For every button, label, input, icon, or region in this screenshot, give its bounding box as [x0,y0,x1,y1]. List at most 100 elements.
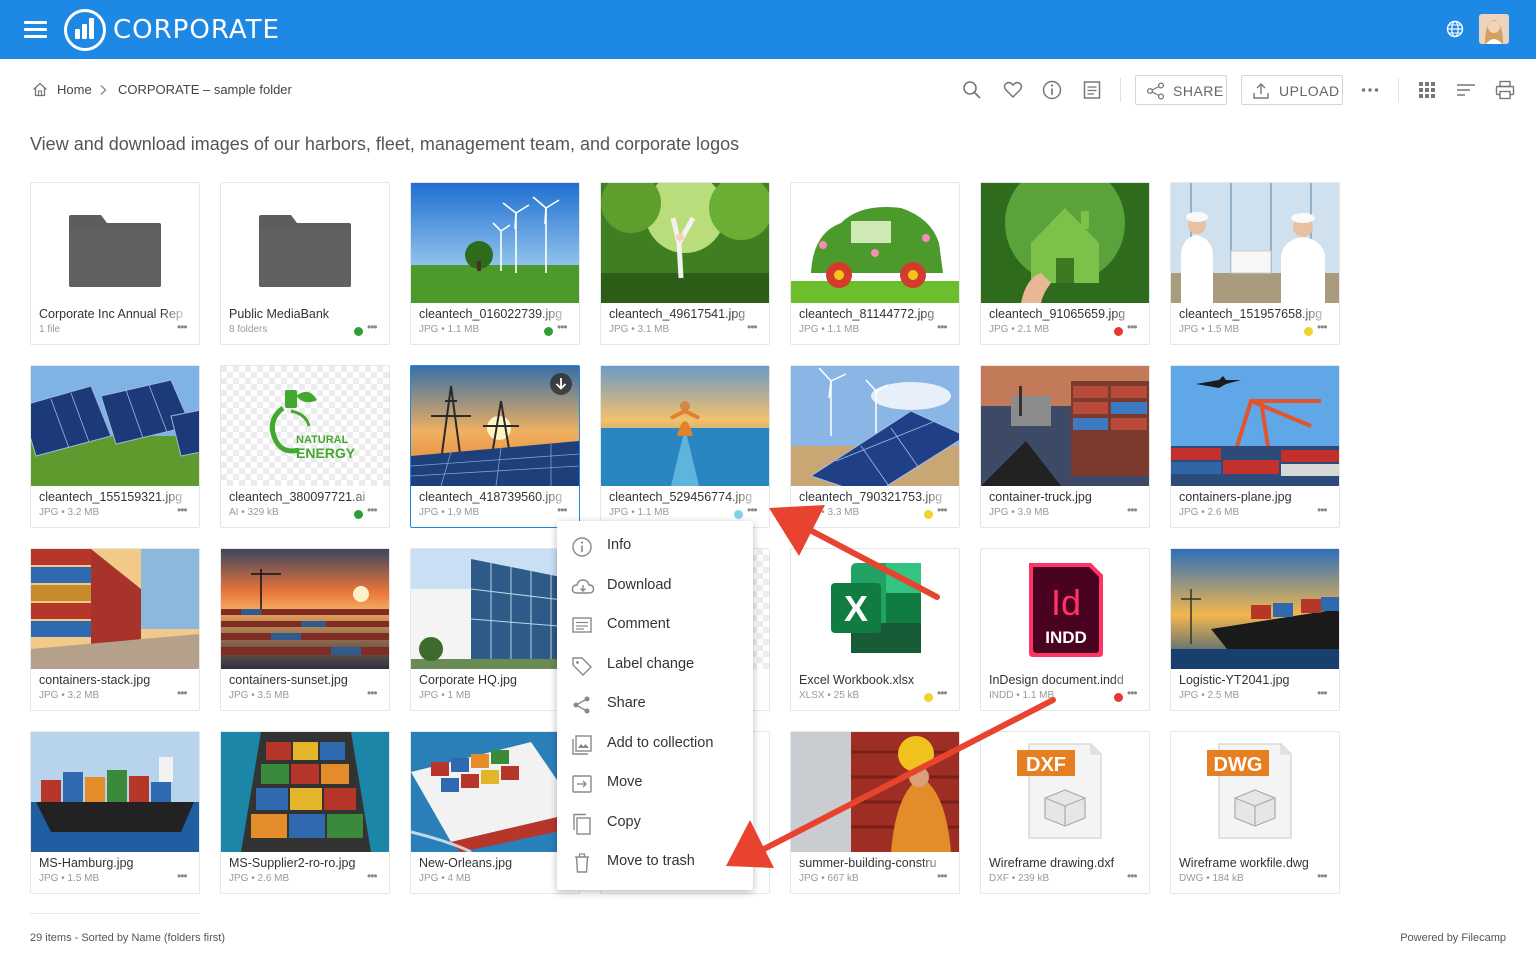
image-tile[interactable]: cleantech_49617541.jpg JPG • 3.1 MB ••• [600,182,770,345]
more-icon[interactable] [1360,80,1380,100]
image-tile[interactable]: MS-Hamburg.jpg JPG • 1.5 MB ••• [30,731,200,894]
tile-name: MS-Supplier2-ro-ro.jpg [229,856,356,870]
globe-icon[interactable] [1446,20,1464,38]
print-icon[interactable] [1495,80,1515,100]
footer-powered-by[interactable]: Powered by Filecamp [1400,932,1506,944]
tile-more-button[interactable]: ••• [367,503,378,517]
tile-more-button[interactable]: ••• [177,869,188,883]
tile-more-button[interactable]: ••• [177,320,188,334]
tile-more-button[interactable]: ••• [747,320,758,334]
image-tile[interactable]: summer-building-constru JPG • 667 kB ••• [790,731,960,894]
menu-item-share[interactable]: Share [557,685,753,723]
toolbar-divider [1120,78,1121,102]
image-tile[interactable]: Corporate HQ.jpg JPG • 1 MB ••• [410,548,580,711]
tile-name: container-truck.jpg [989,490,1092,504]
footer-divider [30,913,199,914]
avatar[interactable] [1479,14,1509,44]
image-tile[interactable]: cleantech_155159321.jpg JPG • 3.2 MB ••• [30,365,200,528]
tile-meta: JPG • 3.1 MB [609,324,670,335]
dxf-label: DXF [1026,754,1066,776]
image-tile[interactable]: containers-stack.jpg JPG • 3.2 MB ••• [30,548,200,711]
download-badge-icon[interactable] [550,373,572,395]
tile-more-button[interactable]: ••• [937,503,948,517]
tile-more-button[interactable]: ••• [937,320,948,334]
file-tile[interactable]: DXF Wireframe drawing.dxf DXF • 239 kB •… [980,731,1150,894]
file-tile[interactable]: X Excel Workbook.xlsx XLSX • 25 kB ••• [790,548,960,711]
tile-more-button[interactable]: ••• [367,686,378,700]
menu-item-add-to-collection[interactable]: Add to collection [557,725,753,763]
tile-more-button[interactable]: ••• [1317,320,1328,334]
menu-item-label: Label change [607,656,695,672]
image-tile[interactable]: containers-sunset.jpg JPG • 3.5 MB ••• [220,548,390,711]
tile-name: cleantech_151957658.jpg [1179,307,1331,321]
home-icon[interactable] [32,82,48,97]
image-tile[interactable]: Logistic-YT2041.jpg JPG • 2.5 MB ••• [1170,548,1340,711]
file-tile[interactable]: DWG Wireframe workfile.dwg DWG • 184 kB … [1170,731,1340,894]
tile-more-button[interactable]: ••• [367,320,378,334]
collection-icon [572,735,592,755]
menu-item-info[interactable]: Info [557,527,753,565]
dxf-icon: DXF [981,732,1149,852]
tile-more-button[interactable]: ••• [1127,320,1138,334]
tile-more-button[interactable]: ••• [937,686,948,700]
file-tile[interactable]: Id INDD InDesign document.indd INDD • 1.… [980,548,1150,711]
tile-more-button[interactable]: ••• [1317,869,1328,883]
menu-icon[interactable] [24,20,48,38]
grid-view-icon[interactable] [1417,80,1437,100]
menu-item-comment[interactable]: Comment [557,606,753,644]
info-icon[interactable] [1042,80,1062,100]
tile-more-button[interactable]: ••• [177,503,188,517]
tile-name: containers-plane.jpg [1179,490,1292,504]
notes-icon[interactable] [1082,80,1102,100]
image-tile[interactable]: cleantech_91065659.jpg JPG • 2.1 MB ••• [980,182,1150,345]
image-thumbnail [1171,549,1339,669]
menu-item-copy[interactable]: Copy [557,804,753,842]
image-tile[interactable]: container-truck.jpg JPG • 3.9 MB ••• [980,365,1150,528]
image-tile[interactable]: containers-plane.jpg JPG • 2.6 MB ••• [1170,365,1340,528]
menu-item-label-change[interactable]: Label change [557,646,753,684]
menu-item-move-to-trash[interactable]: Move to trash [557,843,753,881]
tile-more-button[interactable]: ••• [367,869,378,883]
logo-icon [64,9,106,51]
tile-more-button[interactable]: ••• [1127,503,1138,517]
image-tile[interactable]: cleantech_016022739.jpg JPG • 1.1 MB ••• [410,182,580,345]
tile-more-button[interactable]: ••• [1317,503,1328,517]
tile-more-button[interactable]: ••• [1127,869,1138,883]
image-thumbnail: NATURAL ENERGY [221,366,389,486]
image-tile[interactable]: cleantech_529456774.jpg JPG • 1.1 MB ••• [600,365,770,528]
folder-tile[interactable]: Corporate Inc Annual Rep 1 file ••• [30,182,200,345]
tile-meta: JPG • 1.1 MB [609,507,670,518]
tile-name: cleantech_91065659.jpg [989,307,1141,321]
folder-icon [221,183,389,303]
label-dot [1114,327,1123,336]
tile-more-button[interactable]: ••• [177,686,188,700]
image-tile[interactable]: cleantech_81144772.jpg JPG • 1.1 MB ••• [790,182,960,345]
share-button[interactable]: SHARE [1135,75,1227,105]
tile-meta: DWG • 184 kB [1179,873,1244,884]
tile-more-button[interactable]: ••• [747,503,758,517]
menu-item-move[interactable]: Move [557,764,753,802]
image-tile[interactable]: NATURAL ENERGY cleantech_380097721.ai AI… [220,365,390,528]
heart-icon[interactable] [1003,80,1023,100]
tile-name: containers-sunset.jpg [229,673,348,687]
image-tile[interactable]: cleantech_151957658.jpg JPG • 1.5 MB ••• [1170,182,1340,345]
cloud-download-icon [571,579,595,594]
tile-name: MS-Hamburg.jpg [39,856,134,870]
image-tile-selected[interactable]: cleantech_418739560.jpg JPG • 1.9 MB ••• [410,365,580,528]
tile-more-button[interactable]: ••• [1127,686,1138,700]
tile-more-button[interactable]: ••• [937,869,948,883]
tile-name: cleantech_418739560.jpg [419,490,571,504]
tile-more-button[interactable]: ••• [557,503,568,517]
image-tile[interactable]: MS-Supplier2-ro-ro.jpg JPG • 2.6 MB ••• [220,731,390,894]
search-icon[interactable] [962,80,982,100]
folder-tile[interactable]: Public MediaBank 8 folders ••• [220,182,390,345]
upload-button[interactable]: UPLOAD [1241,75,1343,105]
image-tile[interactable]: cleantech_790321753.jpg JPG • 3.3 MB ••• [790,365,960,528]
tile-meta: 8 folders [229,324,268,335]
menu-item-download[interactable]: Download [557,567,753,605]
breadcrumb-home[interactable]: Home [57,82,92,97]
image-tile[interactable]: New-Orleans.jpg JPG • 4 MB ••• [410,731,580,894]
tile-more-button[interactable]: ••• [557,320,568,334]
tile-more-button[interactable]: ••• [1317,686,1328,700]
sort-icon[interactable] [1456,80,1476,100]
